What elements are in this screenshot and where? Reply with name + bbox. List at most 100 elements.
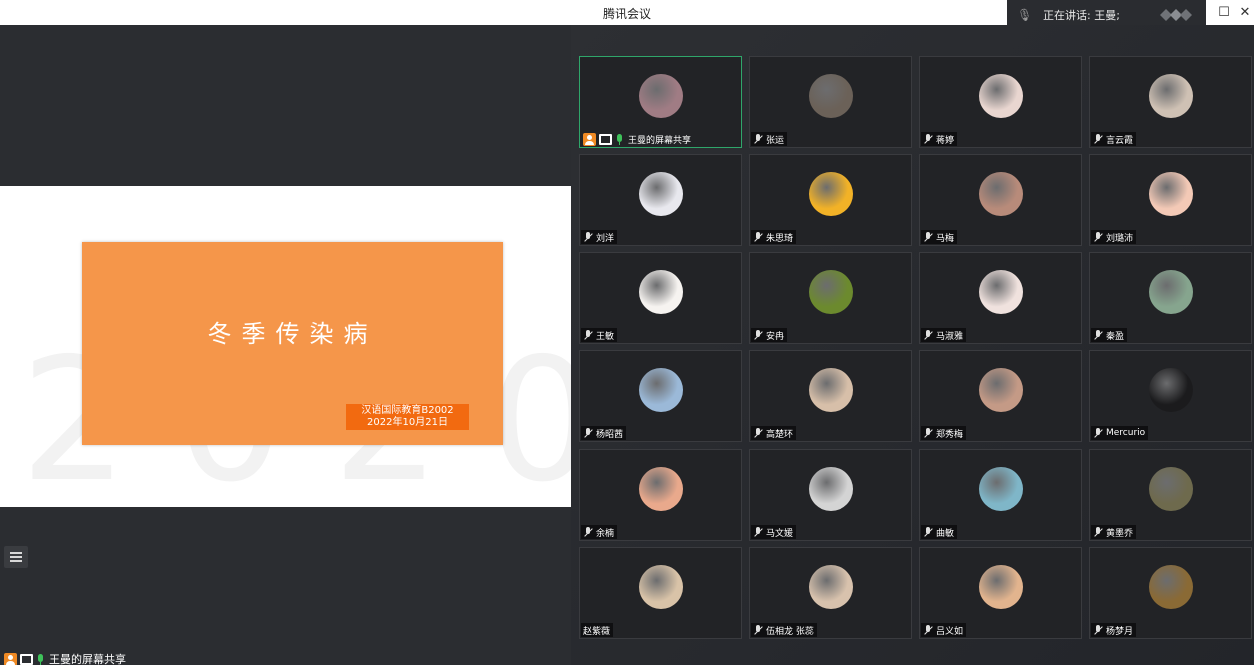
participant-tile[interactable]: Mercurio [1089,350,1252,442]
participant-name: 王敏 [596,331,615,342]
participant-name: 蒋婷 [936,135,955,146]
avatar [809,368,853,412]
participant-name: 马淑雅 [936,331,964,342]
avatar [809,270,853,314]
participant-tile[interactable]: 杨梦月 [1089,547,1252,639]
mic-muted-icon [1093,428,1103,438]
participant-tile[interactable]: 马淑雅 [919,252,1082,344]
participant-tile[interactable]: 高楚环 [749,350,912,442]
avatar [639,74,683,118]
participant-tile[interactable]: 余楠 [579,449,742,541]
avatar [809,467,853,511]
participant-tile[interactable]: 马文媛 [749,449,912,541]
avatar [1149,368,1193,412]
participant-name-tag: 张运 [751,132,788,146]
avatar [979,270,1023,314]
participant-name-tag: 王敏 [581,328,618,342]
participant-name: 伍相龙 张蕊 [766,626,814,637]
participant-tile[interactable]: 言云霞 [1089,56,1252,148]
mic-muted-icon [753,232,763,242]
avatar [809,74,853,118]
participant-tile[interactable]: 王敏 [579,252,742,344]
participant-name: 马文媛 [766,528,794,539]
participant-tile[interactable]: 张运 [749,56,912,148]
avatar [639,368,683,412]
participant-name-tag: 曲敏 [921,525,958,539]
mic-on-icon [616,133,623,145]
participant-name-tag: 马梅 [921,230,958,244]
mic-muted-icon [923,527,933,537]
share-status-label: 王曼的屏幕共享 [49,653,126,665]
participant-name-tag: 朱思琦 [751,230,797,244]
participant-name-tag: Mercurio [1091,426,1149,440]
avatar [1149,565,1193,609]
mic-muted-icon [1093,134,1103,144]
mic-muted-icon [923,232,933,242]
participant-tile[interactable]: 秦盈 [1089,252,1252,344]
participant-name-tag: 高楚环 [751,426,797,440]
mic-muted-icon [583,428,593,438]
participant-name-tag: 伍相龙 张蕊 [751,623,817,637]
participant-tile[interactable]: 王曼的屏幕共享 [579,56,742,148]
participant-tile[interactable]: 蒋婷 [919,56,1082,148]
participant-name-tag: 郑秀梅 [921,426,967,440]
participant-name: 刘璐沛 [1106,233,1134,244]
participant-tile[interactable]: 刘洋 [579,154,742,246]
participant-name-tag: 刘璐沛 [1091,230,1137,244]
participant-name-tag: 吕义如 [921,623,967,637]
mic-on-icon [37,653,44,665]
participant-tile[interactable]: 马梅 [919,154,1082,246]
mic-muted-icon [583,330,593,340]
avatar [979,467,1023,511]
participant-tile[interactable]: 杨昭茜 [579,350,742,442]
slide-title: 冬季传染病 [207,320,378,348]
mic-muted-icon [753,527,763,537]
participant-name-tag: 马文媛 [751,525,797,539]
participant-tile[interactable]: 郑秀梅 [919,350,1082,442]
participant-name-tag: 杨昭茜 [581,426,627,440]
mic-muted-icon [753,428,763,438]
participant-tile[interactable]: 黄墨乔 [1089,449,1252,541]
participant-grid: 王曼的屏幕共享 张运 蒋婷 言云霞刘洋 朱思琦 马梅 刘璐沛王敏 安冉 马淑雅 秦盈杨昭茜 高楚环 郑… [571,25,1254,665]
participant-tile[interactable]: 刘璐沛 [1089,154,1252,246]
speaking-label: 正在讲话: 王曼; [1043,9,1120,22]
participant-name-tag: 蒋婷 [921,132,958,146]
avatar [639,565,683,609]
mic-muted-icon [923,428,933,438]
slide-class-label: 汉语国际教育B2002 [361,405,454,416]
participant-name-tag: 言云霞 [1091,132,1137,146]
participant-name-tag: 王曼的屏幕共享 [581,132,694,146]
host-icon [4,652,17,665]
maximize-icon[interactable]: ☐ [1215,4,1233,22]
participant-tile[interactable]: 伍相龙 张蕊 [749,547,912,639]
participant-tile[interactable]: 安冉 [749,252,912,344]
screen-share-icon [20,653,33,665]
participant-name: 赵紫薇 [583,626,611,637]
mic-muted-icon [583,232,593,242]
participant-tile[interactable]: 曲敏 [919,449,1082,541]
participant-name: 安冉 [766,331,785,342]
participant-name: Mercurio [1106,428,1146,438]
mic-muted-icon [753,625,763,635]
participant-name: 郑秀梅 [936,429,964,440]
participant-name: 张运 [766,135,785,146]
list-menu-button[interactable] [4,546,28,568]
participant-name-tag: 杨梦月 [1091,623,1137,637]
participant-name-tag: 刘洋 [581,230,618,244]
participant-tile[interactable]: 朱思琦 [749,154,912,246]
avatar [1149,467,1193,511]
participant-name: 马梅 [936,233,955,244]
close-icon[interactable]: ✕ [1236,4,1254,22]
participant-name: 黄墨乔 [1106,528,1134,539]
participant-name-tag: 秦盈 [1091,328,1128,342]
participant-tile[interactable]: 吕义如 [919,547,1082,639]
avatar [979,74,1023,118]
participant-name: 刘洋 [596,233,615,244]
avatar [809,565,853,609]
avatar [979,172,1023,216]
mic-muted-icon: 🎙 [1017,8,1033,22]
participant-name: 言云霞 [1106,135,1134,146]
participant-tile[interactable]: 赵紫薇 [579,547,742,639]
participant-name: 曲敏 [936,528,955,539]
participant-name-tag: 黄墨乔 [1091,525,1137,539]
